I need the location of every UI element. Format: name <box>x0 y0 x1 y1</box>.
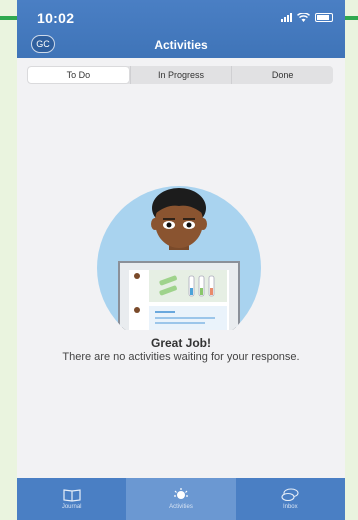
page-title: Activities <box>154 38 208 52</box>
empty-state-message: There are no activities waiting for your… <box>62 351 300 363</box>
great-job-illustration <box>97 186 261 330</box>
app-header: 10:02 GC Activities <box>17 0 345 58</box>
tab-in-progress[interactable]: In Progress <box>129 66 232 84</box>
status-icons <box>281 13 333 22</box>
status-time: 10:02 <box>37 10 75 26</box>
tabbar-item-activities[interactable]: Activities <box>126 478 236 520</box>
tabbar-label-inbox: Inbox <box>282 504 298 510</box>
wifi-icon <box>297 13 310 22</box>
tabbar-label-activities: Activities <box>169 504 193 510</box>
battery-icon <box>315 13 333 22</box>
tab-done[interactable]: Done <box>231 66 333 84</box>
phone-screen: 10:02 GC Activities To Do In Progress Do… <box>17 0 345 520</box>
signal-icon <box>281 13 292 22</box>
chat-bubbles-icon <box>281 488 299 502</box>
tabbar-item-inbox[interactable]: Inbox <box>236 478 345 520</box>
bottom-tab-bar: Journal Activities Inbox <box>17 478 345 520</box>
activities-icon <box>173 488 188 499</box>
tab-to-do[interactable]: To Do <box>28 67 129 83</box>
tabbar-label-journal: Journal <box>61 504 82 510</box>
empty-state-title: Great Job! <box>150 336 211 350</box>
tabbar-item-journal[interactable]: Journal <box>17 478 126 520</box>
segmented-tabs: To Do In Progress Done <box>27 66 333 84</box>
book-icon <box>63 489 81 502</box>
